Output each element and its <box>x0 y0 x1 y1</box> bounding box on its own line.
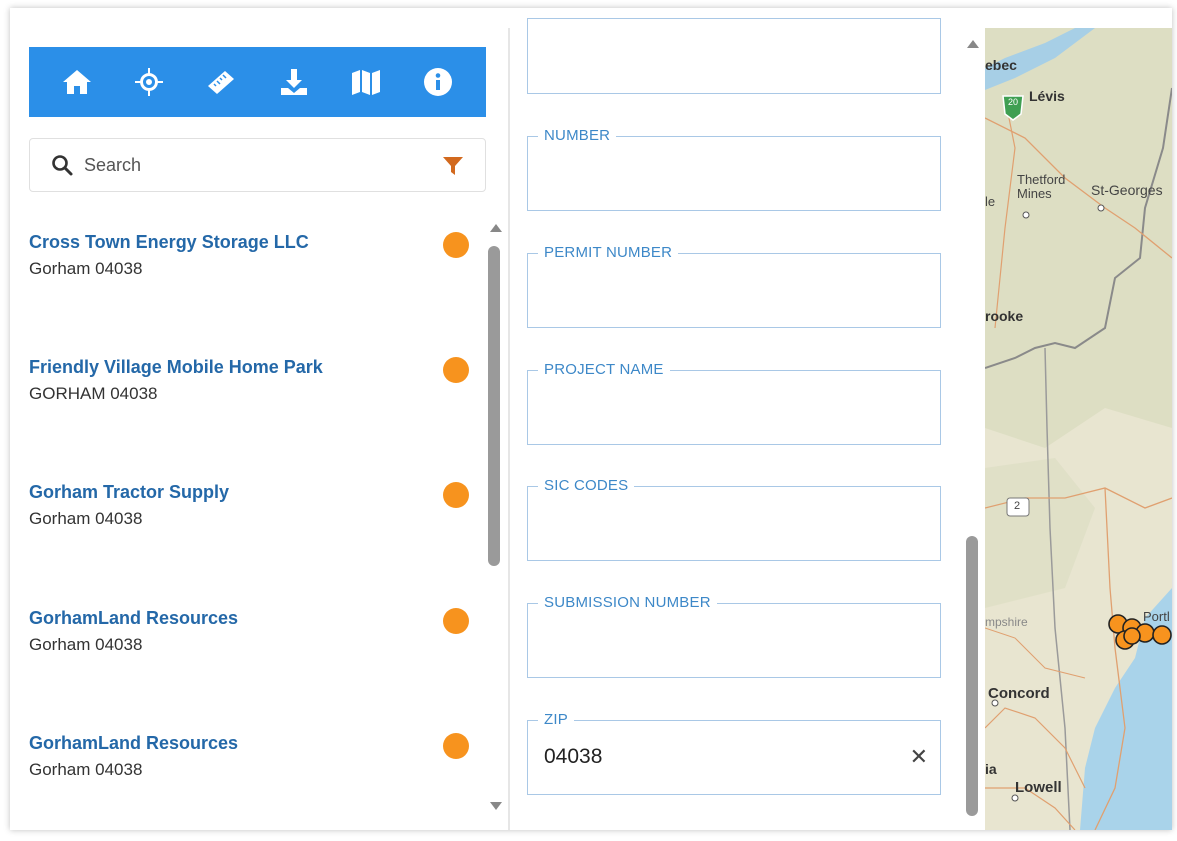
field-label: PROJECT NAME <box>538 361 670 378</box>
form-field-number: NUMBER <box>527 127 941 211</box>
map-label: ia <box>985 761 997 777</box>
number-input[interactable] <box>544 161 904 185</box>
result-address: Gorham 04038 <box>29 635 143 654</box>
results-list: Cross Town Energy Storage LLC Gorham 040… <box>10 218 480 818</box>
field-label: NUMBER <box>538 127 617 144</box>
list-item[interactable]: Gorham Tractor Supply Gorham 04038 <box>29 482 469 542</box>
map-label: Thetford <box>1017 172 1066 187</box>
search-input[interactable] <box>84 154 424 176</box>
locate-button[interactable] <box>129 62 169 102</box>
map-label: Portl <box>1143 609 1170 624</box>
form-field-zip: ZIP ✕ <box>527 711 941 795</box>
clear-icon[interactable]: ✕ <box>910 745 928 769</box>
form-field-submission-number: SUBMISSION NUMBER <box>527 594 941 678</box>
map-label: Lowell <box>1015 779 1062 796</box>
result-address: Gorham 04038 <box>29 760 143 779</box>
submission-number-input[interactable] <box>544 628 904 652</box>
search-icon <box>52 155 73 176</box>
map-canvas <box>985 28 1172 830</box>
download-icon <box>280 69 307 95</box>
basemap-button[interactable] <box>346 62 386 102</box>
map-label: mpshire <box>985 615 1028 629</box>
marker-dot <box>443 482 469 508</box>
project-name-input[interactable] <box>544 395 904 419</box>
app-frame: Cross Town Energy Storage LLC Gorham 040… <box>10 8 1172 830</box>
result-name: Gorham Tractor Supply <box>29 482 230 502</box>
result-name: GorhamLand Resources <box>29 733 239 753</box>
form-scrollbar[interactable] <box>965 36 981 830</box>
result-name: Cross Town Energy Storage LLC <box>29 232 309 252</box>
marker-dot <box>443 232 469 258</box>
result-name: GorhamLand Resources <box>29 608 239 628</box>
download-button[interactable] <box>274 62 314 102</box>
search-box <box>29 138 486 192</box>
form-field-permit-number: PERMIT NUMBER <box>527 244 941 328</box>
left-panel: Cross Town Energy Storage LLC Gorham 040… <box>10 8 508 830</box>
info-icon <box>423 68 452 96</box>
map-label: ebec <box>985 57 1017 73</box>
map-label: Concord <box>988 685 1050 702</box>
field-label: PERMIT NUMBER <box>538 244 679 261</box>
map-label: le <box>985 194 996 209</box>
result-address: Gorham 04038 <box>29 509 143 528</box>
measure-button[interactable] <box>201 62 241 102</box>
map-label: St-Georges <box>1091 182 1163 198</box>
marker-dot <box>443 608 469 634</box>
list-item[interactable]: Friendly Village Mobile Home Park GORHAM… <box>29 357 469 417</box>
marker-dot <box>443 733 469 759</box>
field-label: SUBMISSION NUMBER <box>538 594 717 611</box>
field-label: ZIP <box>538 711 574 728</box>
form-field-project-name: PROJECT NAME <box>527 361 941 445</box>
map-label: rooke <box>985 308 1024 324</box>
scroll-thumb[interactable] <box>488 246 500 566</box>
map-label: 20 <box>1008 97 1019 107</box>
form-field-sic-codes: SIC CODES <box>527 477 941 561</box>
scroll-up-icon[interactable] <box>967 40 979 48</box>
scroll-down-icon[interactable] <box>490 802 502 810</box>
result-address: GORHAM 04038 <box>29 384 158 403</box>
toolbar <box>29 47 486 117</box>
home-icon <box>63 70 92 94</box>
marker-dot <box>443 357 469 383</box>
permit-number-input[interactable] <box>544 278 904 302</box>
query-form: NUMBER PERMIT NUMBER PROJECT NAME SIC CO… <box>510 8 983 830</box>
map-label: 2 <box>1014 500 1021 512</box>
home-button[interactable] <box>57 62 97 102</box>
map-view[interactable]: ebec Lévis 20 Thetford Mines le St-Georg… <box>985 28 1172 830</box>
sic-codes-input[interactable] <box>544 511 904 535</box>
locate-icon <box>135 68 164 96</box>
result-name: Friendly Village Mobile Home Park <box>29 357 323 377</box>
top-input[interactable] <box>544 43 904 67</box>
scroll-thumb[interactable] <box>966 536 978 816</box>
map-label: Lévis <box>1029 88 1065 104</box>
filter-icon[interactable] <box>441 154 465 178</box>
field-label: SIC CODES <box>538 477 635 494</box>
list-item[interactable]: Cross Town Energy Storage LLC Gorham 040… <box>29 232 469 292</box>
list-item[interactable]: GorhamLand Resources Gorham 04038 <box>29 733 469 793</box>
measure-icon <box>208 71 235 94</box>
zip-input[interactable] <box>544 745 904 769</box>
results-scrollbar[interactable] <box>488 220 504 810</box>
result-address: Gorham 04038 <box>29 259 143 278</box>
list-item[interactable]: GorhamLand Resources Gorham 04038 <box>29 608 469 668</box>
map-icon <box>351 70 380 95</box>
info-button[interactable] <box>418 62 458 102</box>
map-label: Mines <box>1017 186 1052 201</box>
form-field-top <box>527 18 941 94</box>
scroll-up-icon[interactable] <box>490 224 502 232</box>
